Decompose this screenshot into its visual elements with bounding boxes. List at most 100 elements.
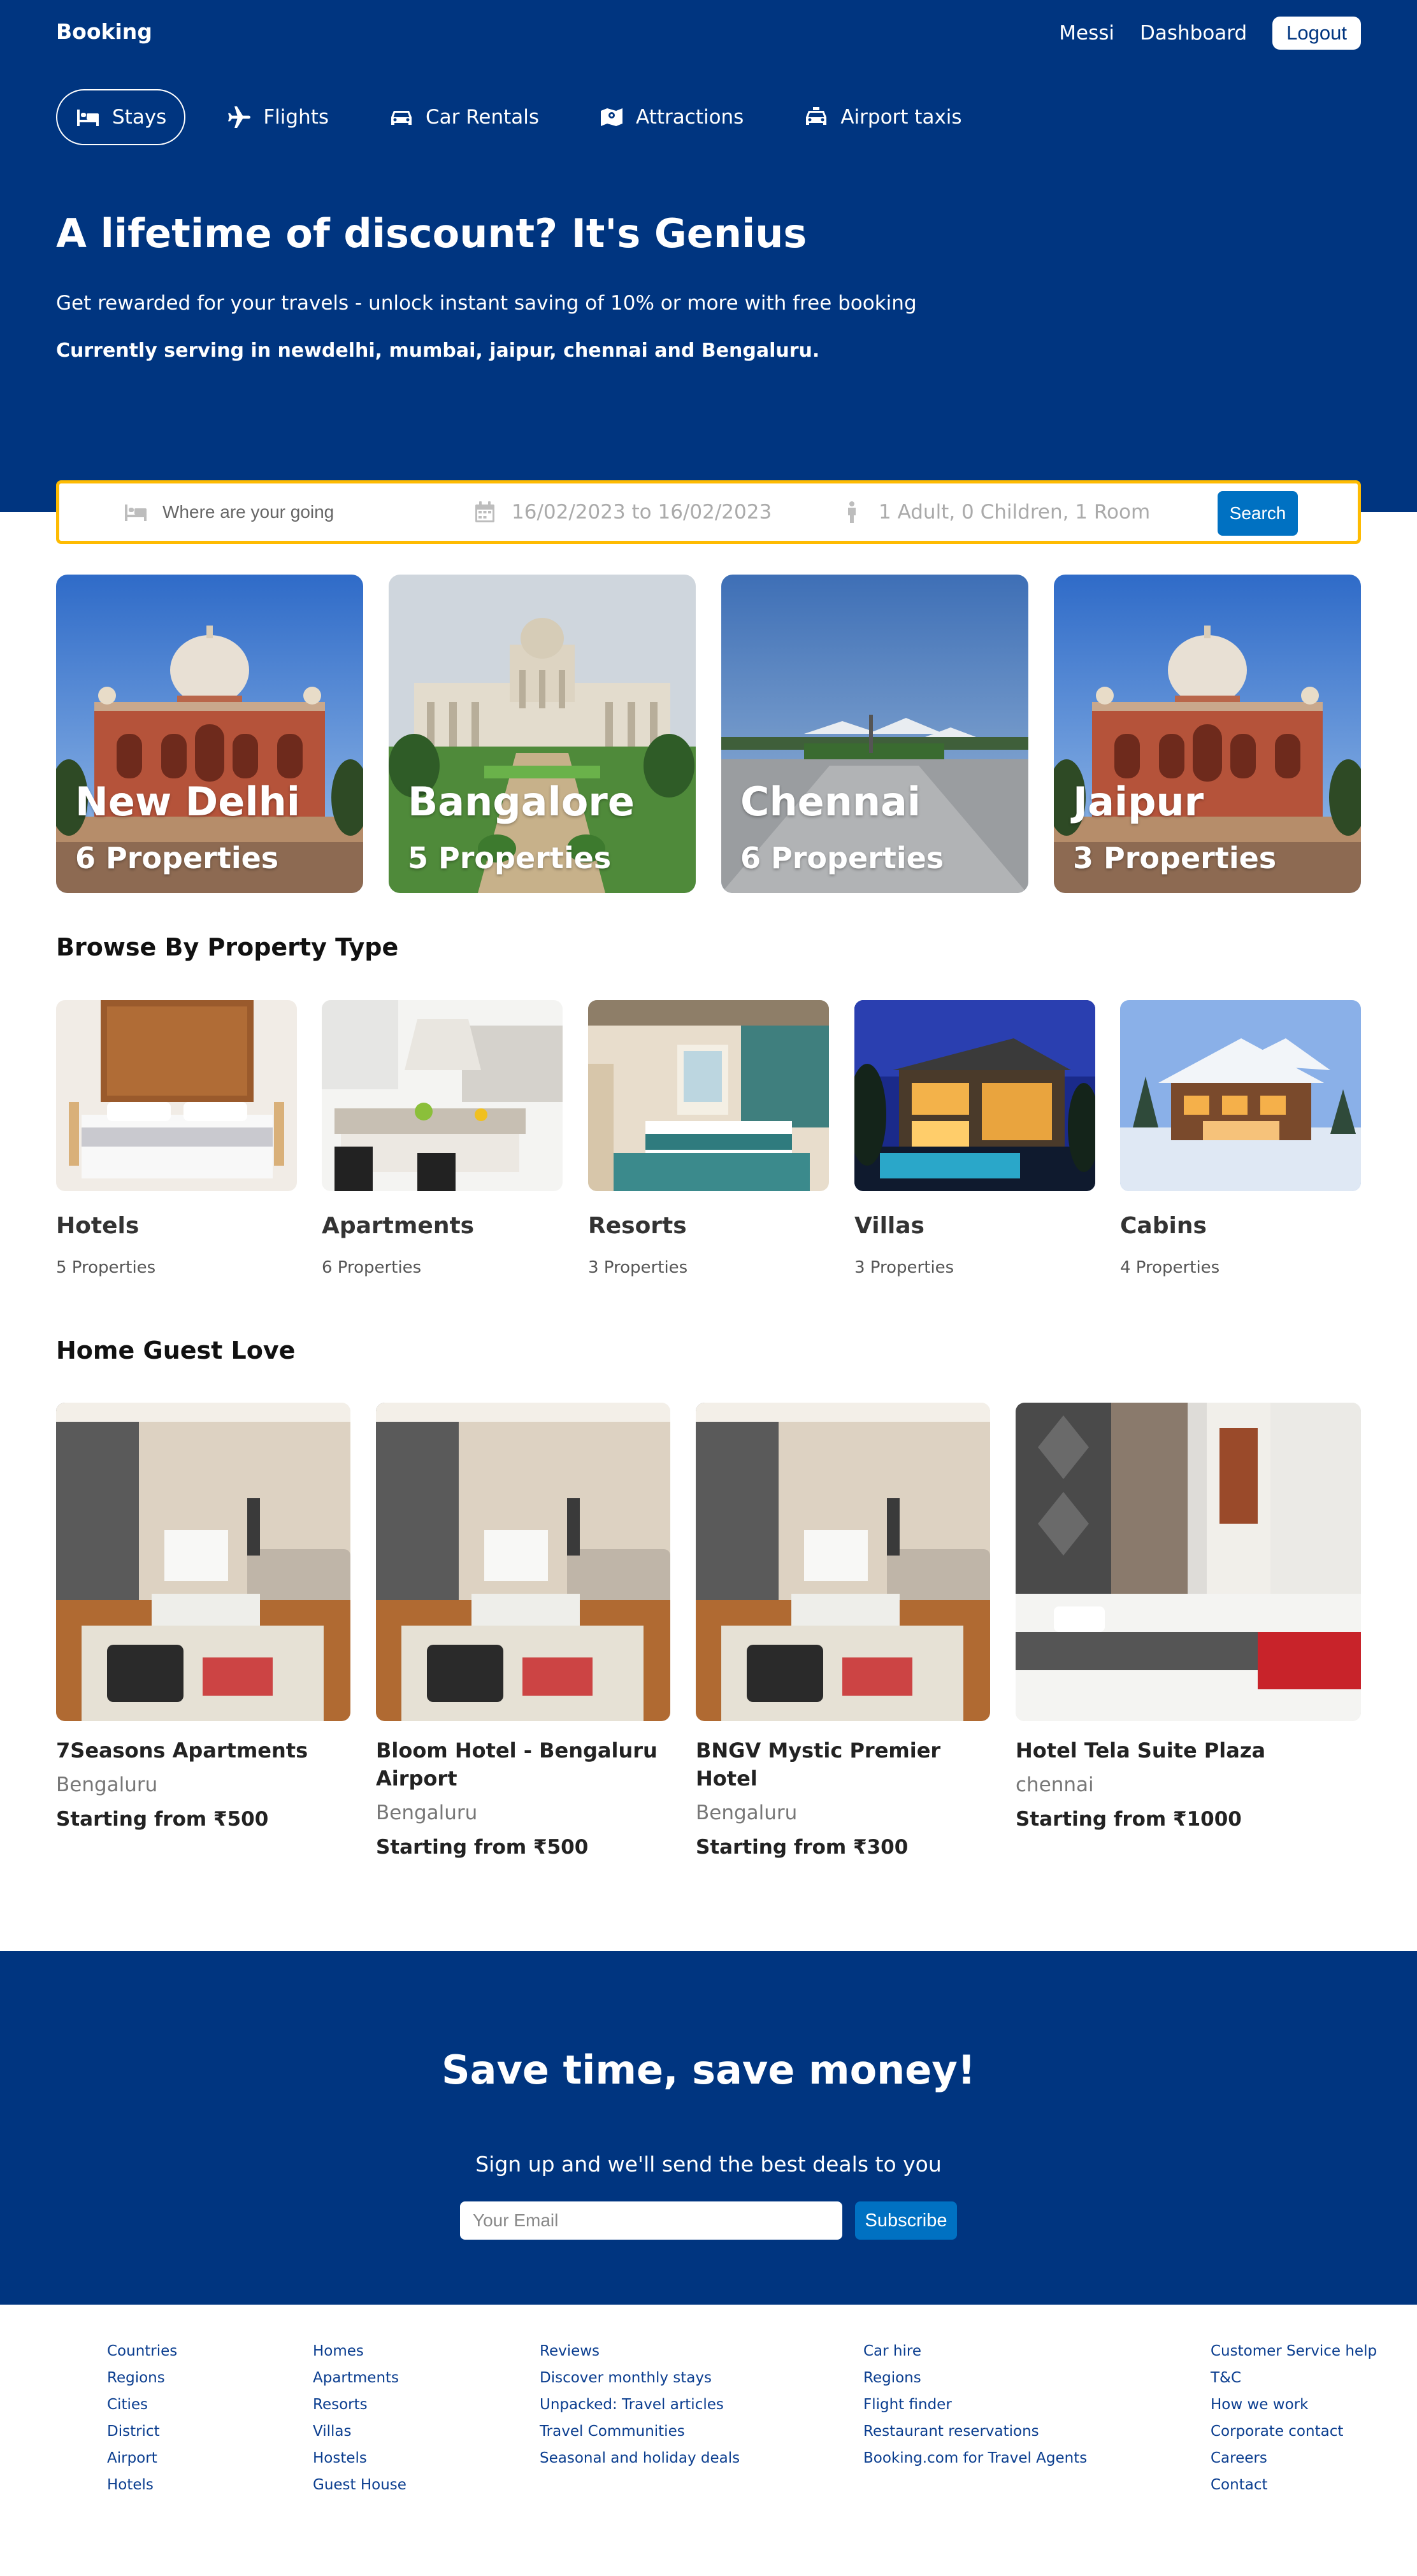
- hotel-city: Bengaluru: [56, 1773, 158, 1796]
- city-property-count: 6 Properties: [740, 841, 944, 875]
- footer-link[interactable]: District: [107, 2418, 177, 2445]
- villa-night-image: [854, 1000, 1095, 1191]
- living-room-image: [376, 1403, 670, 1721]
- footer-link[interactable]: Villas: [313, 2418, 406, 2445]
- city-card-new-delhi[interactable]: New Delhi 6 Properties: [56, 575, 363, 893]
- footer-link[interactable]: Countries: [107, 2338, 177, 2365]
- plane-icon: [228, 106, 251, 128]
- tab-flights[interactable]: Flights: [207, 89, 348, 145]
- subscribe-button[interactable]: Subscribe: [855, 2201, 957, 2240]
- user-name[interactable]: Messi: [1059, 22, 1114, 45]
- footer-link[interactable]: Travel Communities: [540, 2418, 740, 2445]
- footer-link[interactable]: Cities: [107, 2391, 177, 2418]
- footer-column-4: Car hire Regions Flight finder Restauran…: [863, 2338, 1087, 2472]
- footer-link[interactable]: Resorts: [313, 2391, 406, 2418]
- hotel-price: Starting from ₹1000: [1016, 1808, 1242, 1831]
- city-property-count: 6 Properties: [75, 841, 279, 875]
- hero-title: A lifetime of discount? It's Genius: [56, 210, 807, 257]
- footer-link[interactable]: Customer Service help: [1211, 2338, 1377, 2365]
- destination-placeholder: Where are your going: [162, 502, 334, 522]
- property-type-card-apartments[interactable]: Apartments 6 Properties: [322, 1000, 563, 1277]
- footer-link[interactable]: Seasonal and holiday deals: [540, 2445, 740, 2472]
- tab-label: Airport taxis: [840, 106, 962, 129]
- city-property-count: 5 Properties: [408, 841, 612, 875]
- brand-logo[interactable]: Booking: [56, 19, 152, 44]
- map-icon: [601, 108, 623, 126]
- tab-label: Flights: [263, 106, 329, 129]
- property-type-card-hotels[interactable]: Hotels 5 Properties: [56, 1000, 297, 1277]
- footer-link[interactable]: Contact: [1211, 2472, 1377, 2498]
- tab-car-rentals[interactable]: Car Rentals: [370, 89, 558, 145]
- footer-link[interactable]: Hotels: [107, 2472, 177, 2498]
- email-input[interactable]: [460, 2201, 842, 2240]
- footer-link[interactable]: T&C: [1211, 2365, 1377, 2391]
- city-name: New Delhi: [75, 778, 300, 825]
- footer-link[interactable]: Restaurant reservations: [863, 2418, 1087, 2445]
- cabin-snow-image: [1120, 1000, 1361, 1191]
- footer-link[interactable]: Booking.com for Travel Agents: [863, 2445, 1087, 2472]
- hotel-name: 7Seasons Apartments: [56, 1738, 308, 1763]
- date-field[interactable]: 16/02/2023 to 16/02/2023: [472, 483, 772, 541]
- footer-link[interactable]: How we work: [1211, 2391, 1377, 2418]
- footer-link[interactable]: Hostels: [313, 2445, 406, 2472]
- dashboard-link[interactable]: Dashboard: [1140, 22, 1247, 45]
- property-type-name: Resorts: [588, 1213, 687, 1239]
- city-property-count: 3 Properties: [1073, 841, 1277, 875]
- property-type-card-resorts[interactable]: Resorts 3 Properties: [588, 1000, 829, 1277]
- guests-field[interactable]: 1 Adult, 0 Children, 1 Room: [839, 483, 1150, 541]
- city-name: Jaipur: [1073, 778, 1204, 825]
- top-nav: Messi Dashboard Logout: [1059, 17, 1361, 50]
- hotel-name: Bloom Hotel - Bengaluru Airport: [376, 1738, 658, 1791]
- hero-header: Booking Messi Dashboard Logout Stays Fli…: [0, 0, 1417, 512]
- hotel-name: BNGV Mystic Premier Hotel: [696, 1738, 941, 1791]
- tab-stays[interactable]: Stays: [56, 89, 186, 145]
- footer-column-3: Reviews Discover monthly stays Unpacked:…: [540, 2338, 740, 2472]
- tab-attractions[interactable]: Attractions: [580, 89, 763, 145]
- property-type-count: 6 Properties: [322, 1258, 422, 1277]
- category-tabs: Stays Flights Car Rentals Attractions Ai…: [56, 89, 981, 145]
- footer-link[interactable]: Car hire: [863, 2338, 1087, 2365]
- tab-label: Stays: [112, 106, 167, 129]
- footer-link[interactable]: Careers: [1211, 2445, 1377, 2472]
- taxi-icon: [806, 107, 827, 125]
- city-name: Bangalore: [408, 778, 635, 825]
- destination-field[interactable]: Where are your going: [123, 483, 334, 541]
- footer-column-5: Customer Service help T&C How we work Co…: [1211, 2338, 1377, 2498]
- footer-link[interactable]: Discover monthly stays: [540, 2365, 740, 2391]
- footer-link[interactable]: Corporate contact: [1211, 2418, 1377, 2445]
- city-card-jaipur[interactable]: Jaipur 3 Properties: [1054, 575, 1361, 893]
- hotel-room-image: [56, 1000, 297, 1191]
- footer-link[interactable]: Apartments: [313, 2365, 406, 2391]
- property-type-card-cabins[interactable]: Cabins 4 Properties: [1120, 1000, 1361, 1277]
- tab-label: Attractions: [636, 106, 744, 129]
- logout-button[interactable]: Logout: [1272, 17, 1361, 50]
- footer-link[interactable]: Homes: [313, 2338, 406, 2365]
- date-range: 16/02/2023 to 16/02/2023: [512, 501, 772, 524]
- property-type-name: Cabins: [1120, 1213, 1207, 1239]
- property-type-count: 3 Properties: [854, 1258, 954, 1277]
- property-type-name: Hotels: [56, 1213, 140, 1239]
- footer-link[interactable]: Reviews: [540, 2338, 740, 2365]
- hotel-card-bngv[interactable]: BNGV Mystic Premier Hotel Bengaluru Star…: [696, 1403, 990, 1859]
- guest-love-heading: Home Guest Love: [56, 1336, 296, 1364]
- hotel-card-bloom[interactable]: Bloom Hotel - Bengaluru Airport Bengalur…: [376, 1403, 670, 1859]
- footer-column-2: Homes Apartments Resorts Villas Hostels …: [313, 2338, 406, 2498]
- search-button[interactable]: Search: [1218, 491, 1298, 536]
- city-card-chennai[interactable]: Chennai 6 Properties: [721, 575, 1028, 893]
- footer-link[interactable]: Regions: [863, 2365, 1087, 2391]
- tab-airport-taxis[interactable]: Airport taxis: [784, 89, 981, 145]
- city-name: Chennai: [740, 778, 921, 825]
- footer-column-1: Countries Regions Cities District Airpor…: [107, 2338, 177, 2498]
- car-icon: [391, 111, 412, 125]
- footer-link[interactable]: Flight finder: [863, 2391, 1087, 2418]
- bed-icon: [125, 504, 147, 521]
- footer-link[interactable]: Unpacked: Travel articles: [540, 2391, 740, 2418]
- footer-link[interactable]: Airport: [107, 2445, 177, 2472]
- hotel-card-tela-suite[interactable]: Hotel Tela Suite Plaza chennai Starting …: [1016, 1403, 1361, 1831]
- hotel-card-7seasons[interactable]: 7Seasons Apartments Bengaluru Starting f…: [56, 1403, 350, 1831]
- footer-link[interactable]: Guest House: [313, 2472, 406, 2498]
- hotel-city: chennai: [1016, 1773, 1094, 1796]
- city-card-bangalore[interactable]: Bangalore 5 Properties: [389, 575, 696, 893]
- property-type-card-villas[interactable]: Villas 3 Properties: [854, 1000, 1095, 1277]
- footer-link[interactable]: Regions: [107, 2365, 177, 2391]
